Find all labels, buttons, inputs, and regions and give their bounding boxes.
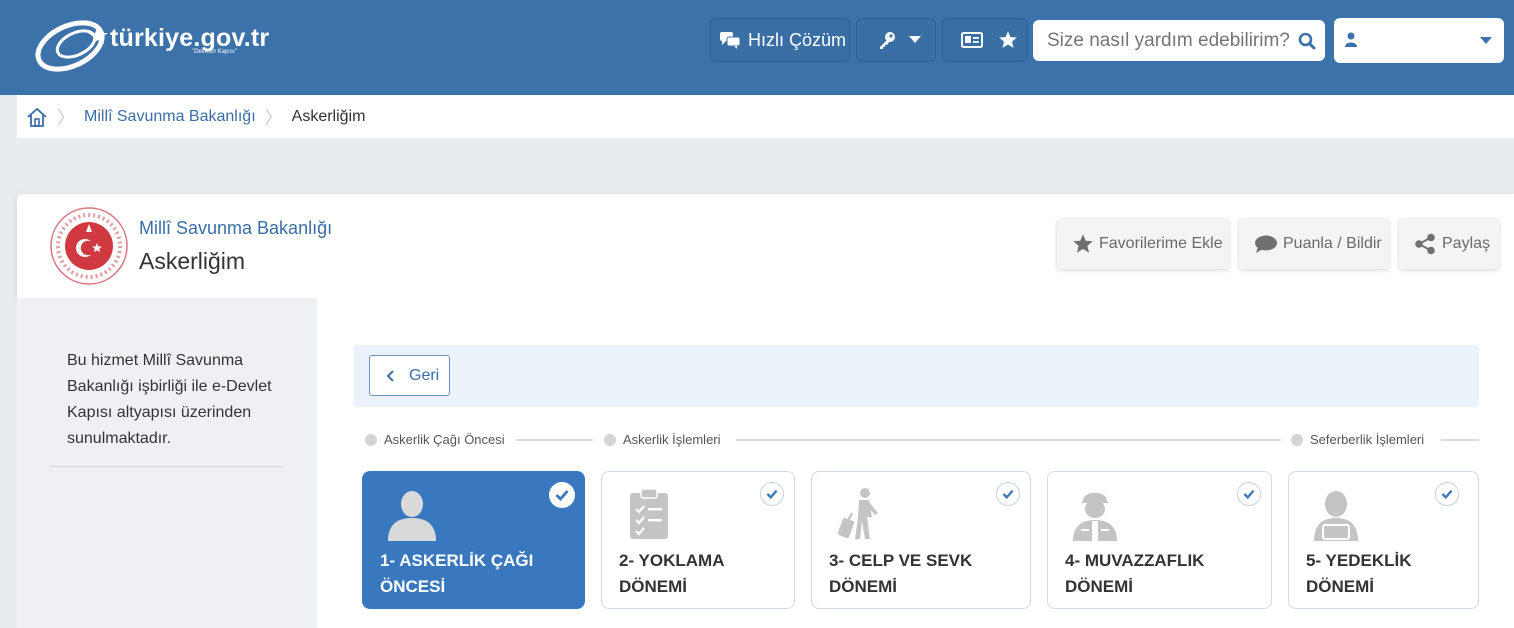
chevron-left-icon bbox=[386, 369, 394, 382]
id-card-icon[interactable] bbox=[961, 32, 983, 48]
share-icon bbox=[1415, 233, 1435, 255]
card-conscription-period[interactable]: 3- CELP VE SEVK DÖNEMİ bbox=[811, 471, 1031, 609]
back-bar: Geri bbox=[354, 345, 1479, 407]
turkiye-gov-logo[interactable]: türkiye.gov.tr "Devletin Kapısı" bbox=[32, 14, 292, 76]
stage-pre-military: Askerlik Çağı Öncesi bbox=[365, 432, 505, 447]
stage-dot bbox=[604, 433, 616, 446]
stage-label: Askerlik Çağı Öncesi bbox=[384, 432, 505, 447]
card-title: 3- CELP VE SEVK DÖNEMİ bbox=[829, 551, 973, 596]
card-pre-military-age[interactable]: 1- ASKERLİK ÇAĞI ÖNCESİ bbox=[362, 471, 585, 609]
page-title: Askerliğim bbox=[139, 248, 246, 274]
quick-solution-button[interactable]: Hızlı Çözüm bbox=[710, 18, 850, 62]
stage-line bbox=[1441, 439, 1479, 441]
star-icon[interactable] bbox=[998, 30, 1018, 50]
service-header: Millî Savunma Bakanlığı Askerliğim Favor… bbox=[17, 194, 1514, 298]
search-box bbox=[1033, 20, 1325, 61]
logo-swoosh-icon bbox=[35, 20, 108, 72]
share-label: Paylaş bbox=[1442, 235, 1491, 252]
id-favorites-group bbox=[942, 18, 1028, 62]
breadcrumb-separator: 〉 bbox=[264, 107, 283, 128]
home-icon[interactable] bbox=[26, 106, 48, 128]
caret-down-icon bbox=[909, 36, 921, 43]
add-favorite-label: Favorilerime Ekle bbox=[1099, 235, 1223, 252]
institution-name: Millî Savunma Bakanlığı bbox=[139, 218, 333, 238]
stage-dot bbox=[365, 433, 377, 446]
card-title: 5- YEDEKLİK DÖNEMİ bbox=[1306, 551, 1412, 596]
breadcrumb-institution-link[interactable]: Millî Savunma Bakanlığı bbox=[84, 108, 256, 126]
stage-dot bbox=[1291, 433, 1303, 446]
check-icon bbox=[549, 482, 575, 508]
top-navbar: türkiye.gov.tr "Devletin Kapısı" Hızlı Ç… bbox=[0, 0, 1514, 95]
breadcrumb-separator: 〉 bbox=[57, 107, 75, 128]
user-icon bbox=[1345, 32, 1357, 47]
breadcrumb: 〉 Millî Savunma Bakanlığı 〉 Askerliğim bbox=[17, 95, 1514, 138]
stage-label: Askerlik İşlemleri bbox=[623, 432, 721, 447]
breadcrumb-current: Askerliğim bbox=[291, 107, 366, 125]
stage-line bbox=[516, 439, 593, 441]
soldier-icon bbox=[1073, 492, 1117, 541]
search-input[interactable] bbox=[1045, 28, 1294, 53]
card-reserve-period[interactable]: 5- YEDEKLİK DÖNEMİ bbox=[1288, 471, 1479, 609]
stage-mobilization: Seferberlik İşlemleri bbox=[1291, 432, 1424, 447]
quick-solution-label: Hızlı Çözüm bbox=[748, 29, 847, 50]
caret-down-icon bbox=[1480, 37, 1492, 44]
check-icon bbox=[996, 482, 1020, 506]
search-icon[interactable] bbox=[1298, 32, 1316, 50]
star-icon bbox=[1073, 234, 1093, 253]
key-icon bbox=[880, 32, 895, 49]
add-favorite-button[interactable]: Favorilerime Ekle bbox=[1057, 219, 1229, 269]
reserve-person-icon bbox=[1314, 491, 1358, 541]
card-active-duty-period[interactable]: 4- MUVAZZAFLIK DÖNEMİ bbox=[1047, 471, 1272, 609]
clipboard-check-icon bbox=[630, 488, 668, 539]
card-title: 1- ASKERLİK ÇAĞI ÖNCESİ bbox=[380, 551, 534, 596]
sidebar-divider bbox=[50, 466, 283, 467]
back-label: Geri bbox=[409, 366, 440, 384]
check-icon bbox=[1435, 482, 1459, 506]
logo-tagline: "Devletin Kapısı" bbox=[192, 49, 237, 55]
stage-label: Seferberlik İşlemleri bbox=[1310, 432, 1425, 447]
login-key-dropdown[interactable] bbox=[856, 18, 936, 62]
share-button[interactable]: Paylaş bbox=[1399, 219, 1499, 269]
stage-line bbox=[736, 439, 1281, 441]
check-icon bbox=[760, 482, 784, 506]
card-inspection-period[interactable]: 2- YOKLAMA DÖNEMİ bbox=[601, 471, 795, 609]
chat-bubbles-icon bbox=[720, 32, 741, 49]
msb-emblem-icon bbox=[50, 207, 128, 285]
check-icon bbox=[1237, 482, 1261, 506]
stage-military-operations: Askerlik İşlemleri bbox=[604, 432, 721, 447]
service-info-text: Bu hizmet Millî Savunma Bakanlığı işbirl… bbox=[67, 352, 272, 447]
traveler-icon bbox=[837, 488, 878, 539]
logo-text: türkiye.gov.tr bbox=[110, 24, 270, 52]
card-title: 4- MUVAZZAFLIK DÖNEMİ bbox=[1065, 551, 1205, 596]
card-title: 2- YOKLAMA DÖNEMİ bbox=[619, 551, 725, 596]
back-button[interactable]: Geri bbox=[369, 355, 450, 396]
rate-report-label: Puanla / Bildir bbox=[1283, 235, 1382, 252]
speech-bubble-icon bbox=[1255, 235, 1277, 253]
user-menu-dropdown[interactable] bbox=[1334, 18, 1504, 63]
person-icon bbox=[388, 491, 436, 541]
info-sidebar: Bu hizmet Millî Savunma Bakanlığı işbirl… bbox=[17, 298, 317, 628]
rate-report-button[interactable]: Puanla / Bildir bbox=[1239, 219, 1389, 269]
